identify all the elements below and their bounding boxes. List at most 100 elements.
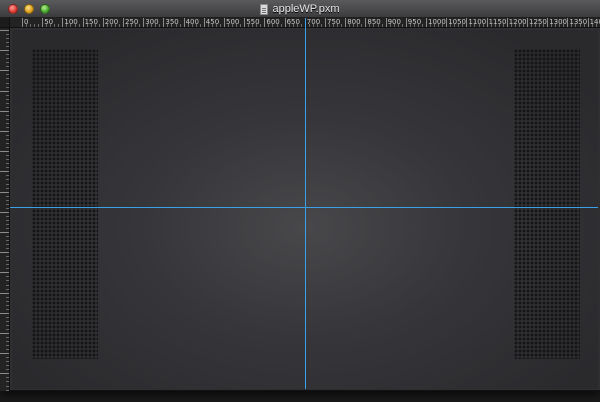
ruler-minor-tick — [6, 94, 9, 96]
ruler-major-tick — [0, 90, 9, 92]
ruler-minor-tick — [191, 24, 193, 27]
document-canvas[interactable] — [12, 30, 598, 389]
ruler-major-tick — [264, 18, 266, 27]
ruler-minor-tick — [6, 175, 9, 177]
ruler-minor-tick — [543, 24, 545, 27]
ruler-minor-tick — [409, 24, 411, 27]
ruler-minor-tick — [482, 24, 484, 27]
ruler-minor-tick — [6, 381, 9, 383]
ruler-minor-tick — [46, 24, 48, 27]
ruler-minor-tick — [434, 24, 436, 27]
ruler-major-tick — [587, 18, 589, 27]
ruler-major-tick — [0, 191, 9, 193]
ruler-minor-tick — [268, 24, 270, 27]
ruler-minor-tick — [389, 24, 391, 27]
ruler-major-tick — [0, 211, 9, 213]
title-bar[interactable]: appleWP.pxm — [0, 0, 600, 18]
vertical-ruler[interactable] — [0, 18, 10, 391]
ruler-major-tick — [284, 18, 286, 27]
ruler-minor-tick — [6, 187, 9, 189]
ruler-major-tick — [0, 373, 9, 375]
ruler-major-tick — [123, 18, 124, 27]
document-icon[interactable] — [260, 3, 269, 15]
ruler-minor-tick — [381, 24, 383, 27]
ruler-minor-tick — [6, 98, 9, 100]
ruler-minor-tick — [6, 38, 9, 40]
ruler-major-tick — [22, 18, 23, 27]
ruler-major-tick — [345, 18, 347, 27]
ruler-minor-tick — [522, 24, 524, 27]
ruler-minor-tick — [559, 24, 561, 27]
ruler-minor-tick — [377, 24, 379, 27]
ruler-minor-tick — [292, 24, 294, 27]
ruler-minor-tick — [167, 24, 169, 27]
ruler-minor-tick — [417, 24, 419, 27]
ruler-minor-tick — [6, 227, 9, 229]
ruler-minor-tick — [312, 24, 314, 27]
ruler-minor-tick — [256, 24, 258, 27]
ruler-minor-tick — [349, 24, 351, 27]
ruler-minor-tick — [458, 24, 460, 27]
ruler-minor-tick — [514, 24, 516, 27]
vertical-guide[interactable] — [305, 30, 306, 389]
ruler-major-tick — [0, 272, 9, 274]
ruler-minor-tick — [6, 296, 9, 298]
ruler-minor-tick — [6, 377, 9, 379]
ruler-major-tick — [0, 252, 9, 254]
ruler-minor-tick — [6, 163, 9, 165]
ruler-major-tick — [0, 171, 9, 173]
ruler-minor-tick — [413, 24, 415, 27]
ruler-major-tick — [82, 18, 84, 27]
ruler-minor-tick — [462, 24, 464, 27]
ruler-minor-tick — [531, 24, 533, 27]
ruler-major-tick — [0, 50, 9, 52]
ruler-minor-tick — [6, 320, 9, 322]
ruler-minor-tick — [539, 24, 541, 27]
ruler-minor-tick — [6, 147, 9, 149]
ruler-major-tick — [385, 18, 387, 27]
ruler-minor-tick — [34, 24, 36, 27]
ruler-minor-tick — [474, 24, 476, 27]
ruler-minor-tick — [147, 24, 149, 27]
horizontal-guide[interactable] — [12, 207, 598, 208]
ruler-minor-tick — [6, 248, 9, 250]
ruler-minor-tick — [6, 324, 9, 326]
ruler-minor-tick — [6, 215, 9, 217]
ruler-minor-tick — [50, 24, 52, 27]
ruler-minor-tick — [6, 179, 9, 181]
ruler-minor-tick — [6, 183, 9, 185]
ruler-corner[interactable] — [0, 18, 10, 28]
ruler-minor-tick — [215, 24, 217, 27]
ruler-major-tick — [0, 232, 9, 233]
ruler-minor-tick — [454, 24, 456, 27]
ruler-minor-tick — [6, 34, 9, 36]
ruler-minor-tick — [333, 24, 335, 27]
ruler-minor-tick — [571, 24, 573, 27]
ruler-major-tick — [0, 312, 9, 314]
ruler-minor-tick — [6, 58, 9, 60]
ruler-minor-tick — [6, 240, 9, 242]
ruler-minor-tick — [6, 143, 9, 145]
ruler-major-tick — [163, 18, 165, 27]
ruler-minor-tick — [6, 365, 9, 367]
ruler-minor-tick — [6, 268, 9, 270]
ruler-major-tick — [102, 18, 104, 27]
ruler-minor-tick — [232, 24, 234, 27]
ruler-minor-tick — [6, 276, 9, 278]
ruler-minor-tick — [579, 24, 581, 27]
ruler-minor-tick — [6, 102, 9, 104]
ruler-minor-tick — [6, 46, 9, 48]
ruler-minor-tick — [6, 126, 9, 128]
ruler-minor-tick — [341, 24, 343, 27]
ruler-minor-tick — [6, 74, 9, 76]
ruler-minor-tick — [6, 195, 9, 197]
ruler-minor-tick — [127, 24, 129, 27]
ruler-major-tick — [0, 30, 9, 31]
ruler-major-tick — [203, 18, 205, 27]
ruler-minor-tick — [6, 106, 9, 108]
ruler-minor-tick — [308, 24, 310, 27]
ruler-minor-tick — [6, 316, 9, 318]
ruler-minor-tick — [207, 24, 209, 27]
ruler-minor-tick — [276, 24, 278, 27]
ruler-minor-tick — [6, 389, 9, 391]
